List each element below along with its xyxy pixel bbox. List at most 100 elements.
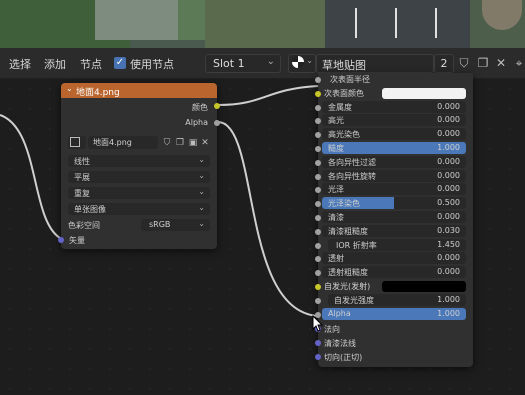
input-socket[interactable] [315, 77, 321, 83]
image-browse-button[interactable] [68, 136, 86, 149]
input-socket[interactable] [315, 132, 321, 139]
input-socket[interactable] [315, 173, 321, 180]
input-vector-socket[interactable] [58, 237, 64, 243]
link-color [217, 85, 319, 106]
material-user-count[interactable]: 2 [434, 54, 454, 73]
output-color-socket[interactable] [214, 103, 220, 109]
fake-user-shield-icon[interactable]: ⛉ [161, 135, 173, 151]
principled-bsdf-node[interactable]: 次表面半径 次表面颜色 金属度 0.000 高光 0.000 高光染色 0.000 糙度 1.00… [315, 73, 473, 367]
input-socket[interactable] [315, 215, 321, 221]
bsdf-row-label: 清漆粗糙度 [328, 226, 368, 236]
bsdf-value-field[interactable]: 自发光强度 1.000 [328, 293, 466, 306]
menu-select[interactable]: 选择 [9, 56, 31, 72]
chevron-down-icon: ⌄ [198, 219, 205, 228]
input-socket[interactable] [315, 90, 321, 97]
bsdf-row-value: 0.000 [437, 129, 460, 139]
bsdf-row-value: 1.450 [437, 239, 460, 249]
bsdf-row-label: IOR 折射率 [336, 240, 377, 250]
unlink-material-icon[interactable]: ✕ [493, 55, 509, 71]
input-normal-label: 法向 [324, 325, 340, 334]
bsdf-value-field[interactable]: IOR 折射率 1.450 [328, 238, 466, 251]
3d-viewport[interactable] [0, 0, 525, 48]
menu-node[interactable]: 节点 [80, 56, 102, 72]
color-swatch[interactable] [382, 87, 466, 99]
color-swatch[interactable] [382, 281, 466, 292]
collapse-chevron-icon[interactable]: ⌄ [66, 84, 73, 93]
bsdf-value-field[interactable]: 光泽 0.000 [322, 183, 466, 196]
material-name-field[interactable]: 草地贴图 [316, 54, 434, 73]
image-texture-node[interactable]: ⌄ 地面4.png 颜色 Alpha 地面4.png ⛉ ❐ ▣ ✕ 线性 ⌄ … [58, 83, 220, 249]
projection-select[interactable]: 平展 ⌄ [68, 171, 210, 183]
bsdf-row-label: 高光染色 [328, 130, 360, 140]
duplicate-image-icon[interactable]: ❐ [174, 135, 186, 151]
input-socket[interactable] [315, 270, 321, 277]
colorspace-label: 色彩空间 [68, 221, 100, 230]
bsdf-row-label: 高光 [328, 116, 344, 126]
pin-icon[interactable]: ⌖ [511, 55, 525, 71]
open-image-icon[interactable]: ▣ [187, 135, 199, 151]
input-socket[interactable] [315, 297, 321, 304]
viewport-grass-2 [205, 0, 325, 48]
bsdf-row-value: 0.000 [437, 101, 460, 111]
bsdf-row-label: 清漆 [328, 213, 344, 222]
bsdf-row-label: 次表面半径 [330, 75, 370, 84]
bsdf-value-field[interactable]: Alpha 1.000 [322, 307, 466, 320]
image-name-field[interactable]: 地面4.png [88, 136, 158, 149]
input-socket[interactable] [315, 242, 321, 249]
material-sphere-icon [292, 56, 304, 68]
fake-user-shield-icon[interactable]: ⛉ [456, 55, 472, 71]
input-socket[interactable] [315, 118, 321, 125]
image-node-header[interactable]: ⌄ 地面4.png [61, 83, 217, 98]
slot-dropdown[interactable]: Slot 1 ⌄ [205, 54, 281, 73]
use-nodes-checkbox[interactable]: ✓ [114, 57, 126, 69]
bsdf-row-value: 0.000 [437, 253, 460, 263]
bsdf-value-field[interactable]: 透射 0.000 [322, 252, 466, 265]
node-editor-canvas[interactable]: ⌄ 地面4.png 颜色 Alpha 地面4.png ⛉ ❐ ▣ ✕ 线性 ⌄ … [0, 73, 525, 395]
link-vector [0, 114, 61, 239]
bsdf-value-field[interactable]: 各向异性过滤 0.000 [322, 155, 466, 168]
input-tangent-socket[interactable] [315, 354, 321, 360]
bsdf-row-value: 0.500 [437, 198, 460, 208]
chevron-down-icon: ⌄ [198, 187, 205, 196]
interpolation-select[interactable]: 线性 ⌄ [68, 155, 210, 167]
input-socket[interactable] [315, 284, 321, 290]
bsdf-value-field[interactable]: 清漆粗糙度 0.030 [322, 224, 466, 237]
input-socket[interactable] [315, 146, 321, 152]
extension-select[interactable]: 重复 ⌄ [68, 187, 210, 199]
material-browse-button[interactable]: ⌄ [288, 54, 316, 73]
bsdf-row-label: 金属度 [328, 102, 352, 112]
image-selector[interactable]: 地面4.png ⛉ ❐ ▣ ✕ [68, 136, 210, 149]
duplicate-material-icon[interactable]: ❐ [475, 55, 491, 71]
input-socket[interactable] [315, 159, 321, 166]
viewport-road [325, 0, 470, 48]
chevron-down-icon: ⌄ [306, 56, 313, 65]
bsdf-row-value: 1.000 [437, 143, 460, 152]
input-socket[interactable] [315, 228, 321, 235]
input-vector-label: 矢量 [69, 236, 85, 245]
bsdf-value-field[interactable]: 高光 0.000 [322, 114, 466, 127]
bsdf-value-field[interactable]: 高光染色 0.000 [322, 128, 466, 141]
bsdf-row-value: 0.000 [437, 267, 460, 277]
bsdf-value-field[interactable]: 各向异性旋转 0.000 [322, 169, 466, 182]
bsdf-value-field[interactable]: 透射粗糙度 0.000 [322, 266, 466, 279]
input-clearcoat-normal-socket[interactable] [315, 340, 321, 346]
input-socket[interactable] [315, 104, 321, 111]
colorspace-select[interactable]: sRGB ⌄ [141, 219, 210, 231]
input-socket[interactable] [315, 256, 321, 263]
menu-add[interactable]: 添加 [44, 56, 66, 72]
bsdf-row-value: 0.000 [437, 184, 460, 194]
chevron-down-icon: ⌄ [198, 203, 205, 212]
bsdf-value-field[interactable]: 光泽染色 0.500 [322, 197, 466, 210]
bsdf-value-field[interactable]: 清漆 0.000 [322, 211, 466, 223]
source-select[interactable]: 单张图像 ⌄ [68, 203, 210, 215]
link-alpha [217, 121, 319, 317]
bsdf-value-field[interactable]: 糙度 1.000 [322, 142, 466, 154]
bsdf-value-field[interactable]: 金属度 0.000 [322, 100, 466, 113]
bsdf-row-label: 自发光强度 [334, 295, 374, 305]
input-socket[interactable] [315, 201, 321, 208]
bsdf-row-label: 透射 [328, 254, 344, 264]
bsdf-row-value: 0.000 [437, 212, 460, 221]
unlink-image-icon[interactable]: ✕ [199, 135, 211, 151]
output-alpha-socket[interactable] [214, 120, 220, 126]
input-socket[interactable] [315, 187, 321, 194]
